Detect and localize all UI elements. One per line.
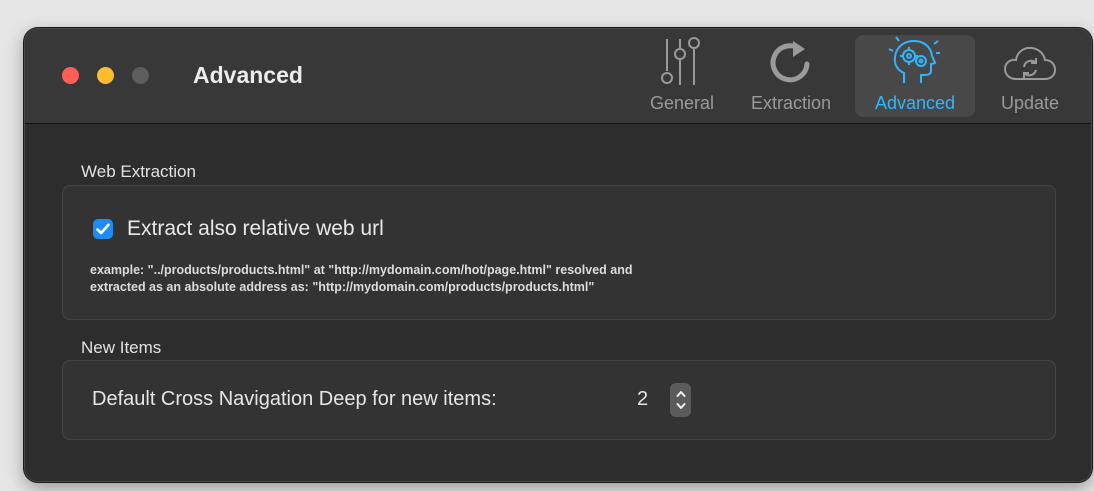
note-line-1: example: "../products/products.html" at …: [90, 263, 633, 277]
preferences-window: Advanced General Extraction Advanced Upd…: [24, 28, 1092, 482]
tab-update-label: Update: [1000, 93, 1060, 113]
minimize-button[interactable]: [97, 67, 114, 84]
tab-advanced[interactable]: Advanced: [855, 35, 975, 117]
sliders-icon: [659, 35, 705, 87]
web-extraction-heading: Web Extraction: [81, 162, 196, 181]
zoom-button[interactable]: [132, 67, 149, 84]
relative-url-checkbox-label[interactable]: Extract also relative web url: [127, 217, 384, 241]
note-line-2: extracted as an absolute address as: "ht…: [90, 280, 595, 294]
checkmark-icon: [96, 223, 110, 235]
tab-general[interactable]: General: [637, 35, 727, 117]
brain-gears-icon: [888, 35, 942, 87]
tab-extraction-label: Extraction: [750, 93, 832, 113]
tab-update[interactable]: Update: [985, 35, 1075, 117]
stepper-arrows-icon: [676, 391, 685, 409]
toolbar: Advanced General Extraction Advanced Upd…: [25, 29, 1091, 124]
cross-navigation-deep-value[interactable]: 2: [637, 388, 648, 411]
close-button[interactable]: [62, 67, 79, 84]
cross-navigation-deep-stepper[interactable]: [670, 383, 691, 417]
tab-general-label: General: [649, 93, 715, 113]
cloud-sync-icon: [1002, 35, 1058, 87]
refresh-arrow-icon: [769, 35, 813, 87]
new-items-heading: New Items: [81, 338, 162, 357]
web-extraction-group: Extract also relative web url example: "…: [62, 185, 1056, 320]
tab-advanced-label: Advanced: [874, 93, 956, 113]
relative-url-example-note: example: "../products/products.html" at …: [90, 262, 1030, 296]
relative-url-checkbox[interactable]: [93, 219, 113, 239]
cross-navigation-deep-label: Default Cross Navigation Deep for new it…: [92, 388, 497, 410]
tab-extraction[interactable]: Extraction: [739, 35, 843, 117]
new-items-group: Default Cross Navigation Deep for new it…: [62, 360, 1056, 440]
window-title: Advanced: [193, 62, 303, 88]
